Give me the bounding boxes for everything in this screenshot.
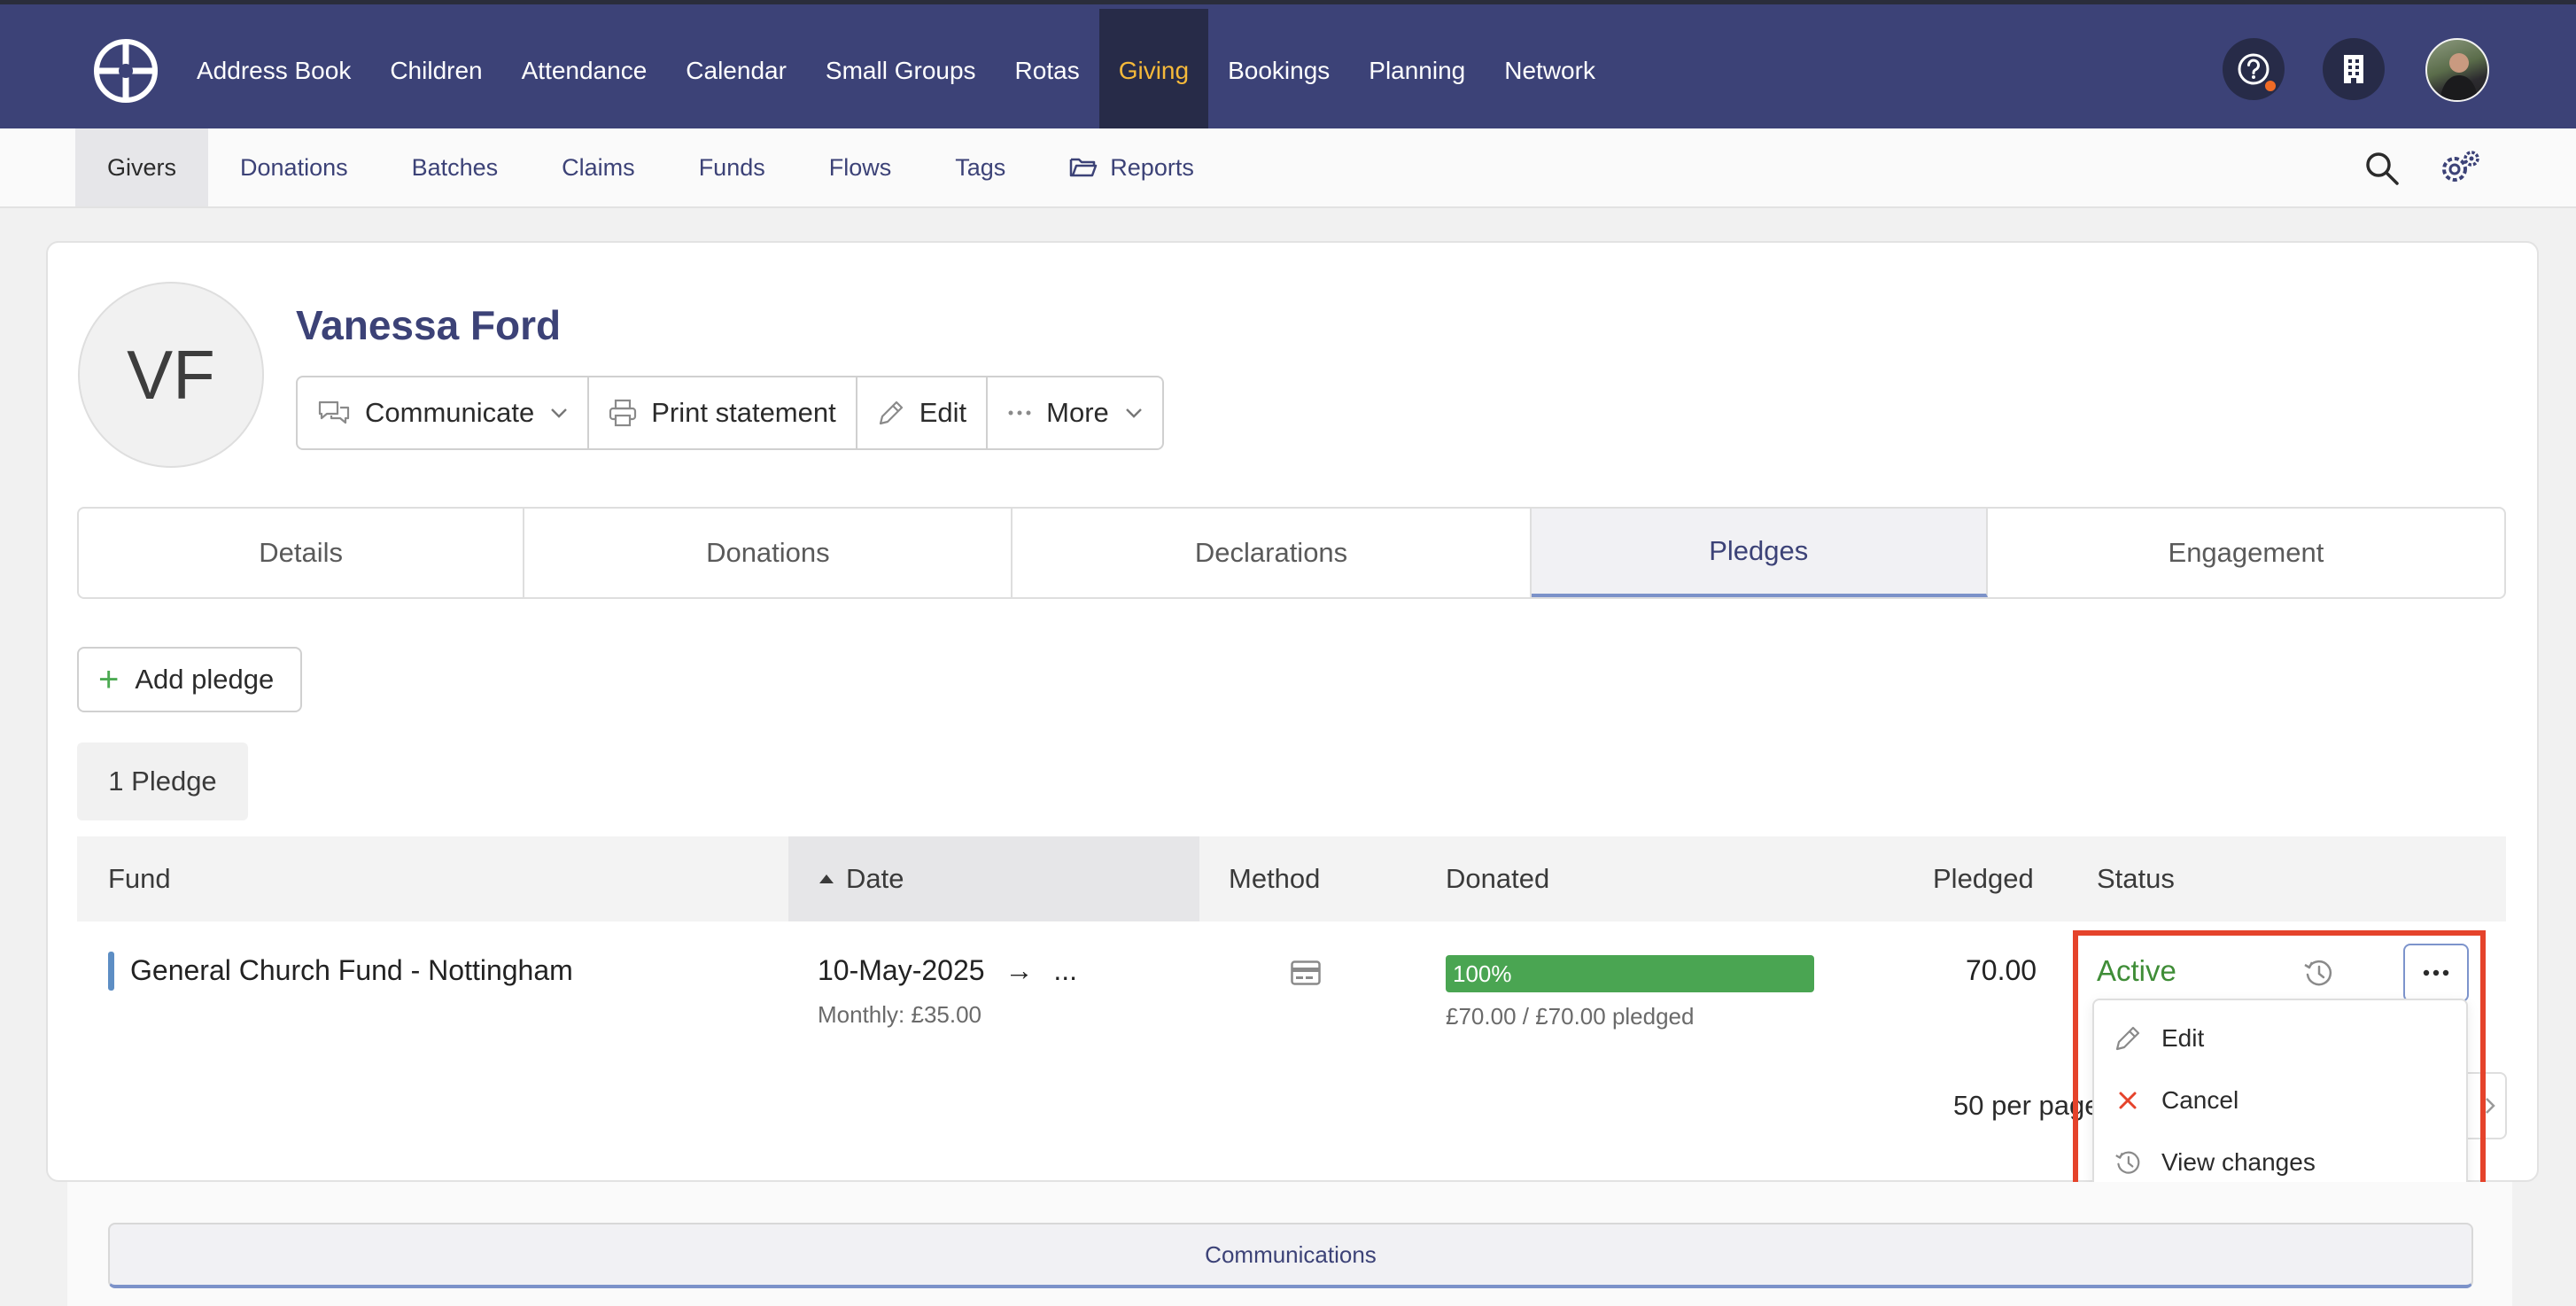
sort-ascending-icon [819, 875, 834, 883]
logo-icon[interactable] [93, 38, 159, 104]
subnav-reports-label: Reports [1110, 153, 1194, 181]
nav-item-children[interactable]: Children [370, 9, 501, 133]
communicate-button[interactable]: Communicate [298, 377, 590, 448]
tab-communications[interactable]: Communications [108, 1223, 2473, 1288]
subnav-reports[interactable]: Reports [1037, 128, 1226, 206]
communicate-label: Communicate [365, 397, 535, 428]
profile-tabs: Details Donations Declarations Pledges E… [77, 507, 2506, 599]
profile-name: Vanessa Ford [296, 302, 562, 348]
column-date-label: Date [846, 863, 904, 894]
tab-engagement[interactable]: Engagement [1988, 509, 2504, 597]
fund-color-indicator [108, 952, 114, 991]
arrow-right-icon: → [1005, 954, 1034, 986]
search-button[interactable] [2362, 148, 2402, 189]
pencil-icon [2112, 1024, 2144, 1053]
pledge-end-date: ... [1053, 954, 1077, 986]
nav-item-planning[interactable]: Planning [1349, 9, 1485, 133]
nav-item-giving[interactable]: Giving [1098, 9, 1209, 133]
edit-button[interactable]: Edit [857, 377, 989, 448]
menu-item-cancel-label: Cancel [2161, 1086, 2239, 1114]
chevron-down-icon [550, 408, 568, 418]
print-statement-label: Print statement [651, 397, 836, 428]
print-statement-button[interactable]: Print statement [589, 377, 857, 448]
tab-declarations[interactable]: Declarations [1013, 509, 1532, 597]
user-photo-icon [2440, 53, 2479, 100]
nav-item-small-groups[interactable]: Small Groups [806, 9, 996, 133]
chevron-right-icon [2486, 1098, 2495, 1114]
edit-label: Edit [919, 397, 967, 428]
top-navigation-bar: Address Book Children Attendance Calenda… [0, 0, 2576, 133]
row-actions-menu: Edit Cancel View changes [2092, 999, 2468, 1190]
pledge-count: 1 Pledge [77, 742, 248, 820]
history-icon[interactable] [2303, 958, 2333, 988]
status-badge: Active [2097, 954, 2176, 987]
subnav-flows[interactable]: Flows [797, 128, 924, 206]
profile-avatar: VF [78, 282, 264, 468]
folder-icon [1069, 156, 1098, 179]
column-fund[interactable]: Fund [108, 836, 171, 921]
pledge-start-date: 10-May-2025 [818, 954, 985, 986]
history-icon [2112, 1149, 2144, 1176]
nav-item-attendance[interactable]: Attendance [502, 9, 667, 133]
pledges-table-header: Fund Date Method Donated Pledged Status [77, 836, 2506, 921]
gears-icon [2442, 151, 2479, 182]
tab-pledges[interactable]: Pledges [1531, 509, 1988, 597]
ellipsis-icon [2423, 969, 2449, 976]
pencil-icon [877, 399, 905, 427]
printer-icon [609, 399, 637, 427]
nav-item-address-book[interactable]: Address Book [177, 9, 370, 133]
subnav-batches[interactable]: Batches [380, 128, 531, 206]
plus-icon: + [98, 660, 120, 699]
column-method[interactable]: Method [1229, 836, 1320, 921]
pledge-frequency: Monthly: £35.00 [818, 1001, 982, 1028]
tab-donations[interactable]: Donations [524, 509, 1013, 597]
donation-progress-bar: 100% [1446, 955, 1814, 992]
per-page-select[interactable]: 50 per page [1953, 1090, 2099, 1122]
donated-detail: £70.00 / £70.00 pledged [1446, 1003, 1695, 1030]
menu-item-view-changes-label: View changes [2161, 1148, 2316, 1176]
nav-item-bookings[interactable]: Bookings [1208, 9, 1349, 133]
nav-item-calendar[interactable]: Calendar [666, 9, 806, 133]
building-icon [2344, 55, 2363, 83]
search-icon [2366, 152, 2399, 185]
subnav-claims[interactable]: Claims [530, 128, 667, 206]
user-avatar[interactable] [2425, 38, 2489, 102]
column-donated[interactable]: Donated [1446, 836, 1549, 921]
settings-button[interactable] [2440, 148, 2480, 189]
profile-action-buttons: Communicate Print statement Edit More [296, 376, 1164, 450]
ellipsis-icon [1007, 409, 1032, 416]
notification-dot [2263, 79, 2277, 93]
subnav-funds[interactable]: Funds [667, 128, 797, 206]
pledged-amount: 70.00 [1966, 954, 2037, 986]
row-actions-button[interactable] [2403, 944, 2469, 1002]
tab-details[interactable]: Details [79, 509, 525, 597]
chevron-down-icon [1125, 408, 1143, 418]
help-button[interactable] [2223, 38, 2285, 100]
donation-progress-fill: 100% [1446, 955, 1814, 992]
subnav-donations[interactable]: Donations [208, 128, 380, 206]
more-button[interactable]: More [988, 377, 1162, 448]
column-pledged[interactable]: Pledged [1933, 836, 2034, 921]
close-icon [2112, 1091, 2144, 1110]
subnav-givers[interactable]: Givers [75, 128, 209, 206]
add-pledge-label: Add pledge [135, 664, 275, 695]
column-status[interactable]: Status [2097, 836, 2175, 921]
nav-item-network[interactable]: Network [1485, 9, 1615, 133]
pledge-date-range: 10-May-2025 → ... [818, 954, 1077, 987]
pledge-fund-link[interactable]: General Church Fund - Nottingham [130, 954, 573, 987]
add-pledge-button[interactable]: + Add pledge [77, 647, 302, 712]
chat-icon [317, 399, 351, 427]
nav-item-rotas[interactable]: Rotas [996, 9, 1099, 133]
organisation-button[interactable] [2323, 38, 2385, 100]
more-label: More [1046, 397, 1109, 428]
menu-item-edit-label: Edit [2161, 1024, 2205, 1052]
sub-navigation-bar: Givers Donations Batches Claims Funds Fl… [0, 128, 2576, 208]
menu-item-edit[interactable]: Edit [2094, 1007, 2466, 1069]
menu-item-cancel[interactable]: Cancel [2094, 1069, 2466, 1131]
column-date[interactable]: Date [788, 836, 1199, 921]
credit-card-icon [1291, 960, 1321, 985]
subnav-tags[interactable]: Tags [923, 128, 1037, 206]
